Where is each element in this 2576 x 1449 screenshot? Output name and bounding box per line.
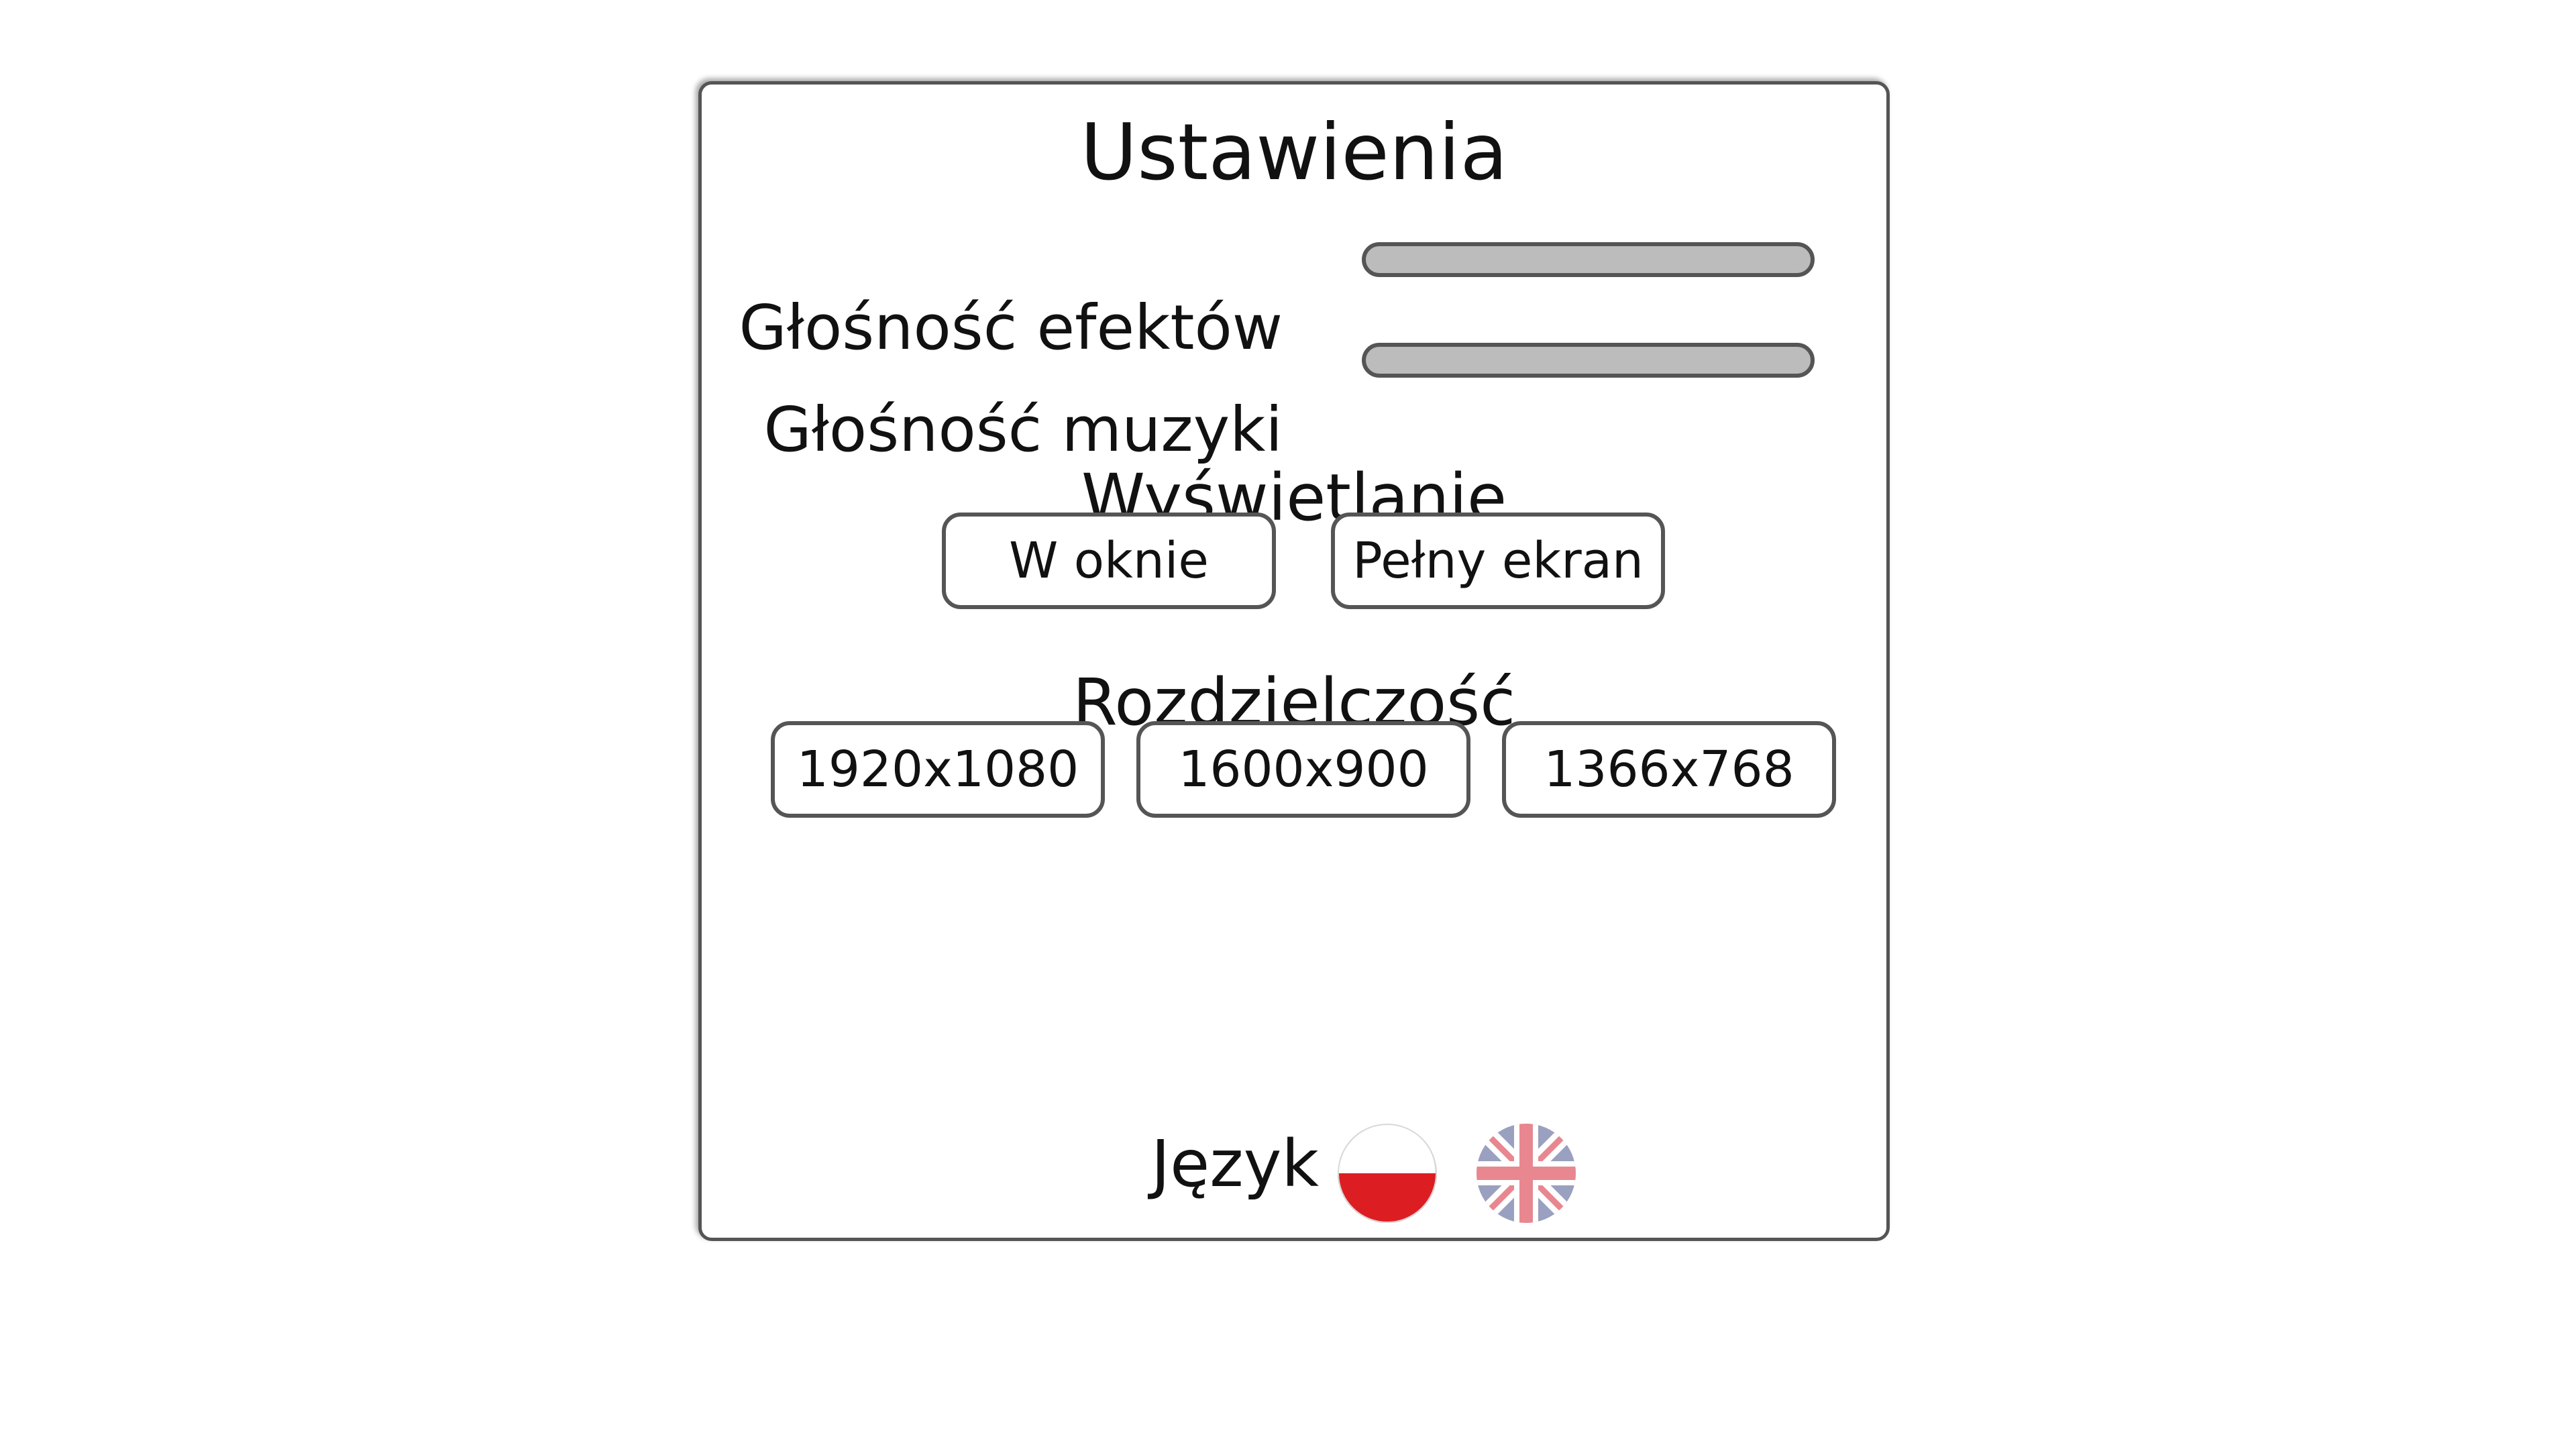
effects-volume-label: Głośność efektów — [739, 292, 1283, 364]
resolution-1600x900-button[interactable]: 1600x900 — [1136, 721, 1470, 818]
music-volume-label: Głośność muzyki — [763, 394, 1283, 466]
settings-title: Ustawienia — [1080, 107, 1508, 198]
effects-volume-slider[interactable] — [1362, 242, 1815, 277]
display-heading: Wyświetlanie — [1081, 460, 1507, 535]
language-label: Język — [1150, 1126, 1319, 1201]
fullscreen-button[interactable]: Pełny ekran — [1331, 513, 1665, 609]
music-volume-slider[interactable] — [1362, 343, 1815, 378]
windowed-button[interactable]: W oknie — [942, 513, 1276, 609]
resolution-1920x1080-button[interactable]: 1920x1080 — [771, 721, 1105, 818]
uk-flag-icon[interactable] — [1476, 1123, 1576, 1224]
settings-panel: Ustawienia Głośność efektów Głośność muz… — [698, 81, 1890, 1241]
polish-flag-icon[interactable] — [1337, 1123, 1438, 1224]
resolution-1366x768-button[interactable]: 1366x768 — [1502, 721, 1836, 818]
